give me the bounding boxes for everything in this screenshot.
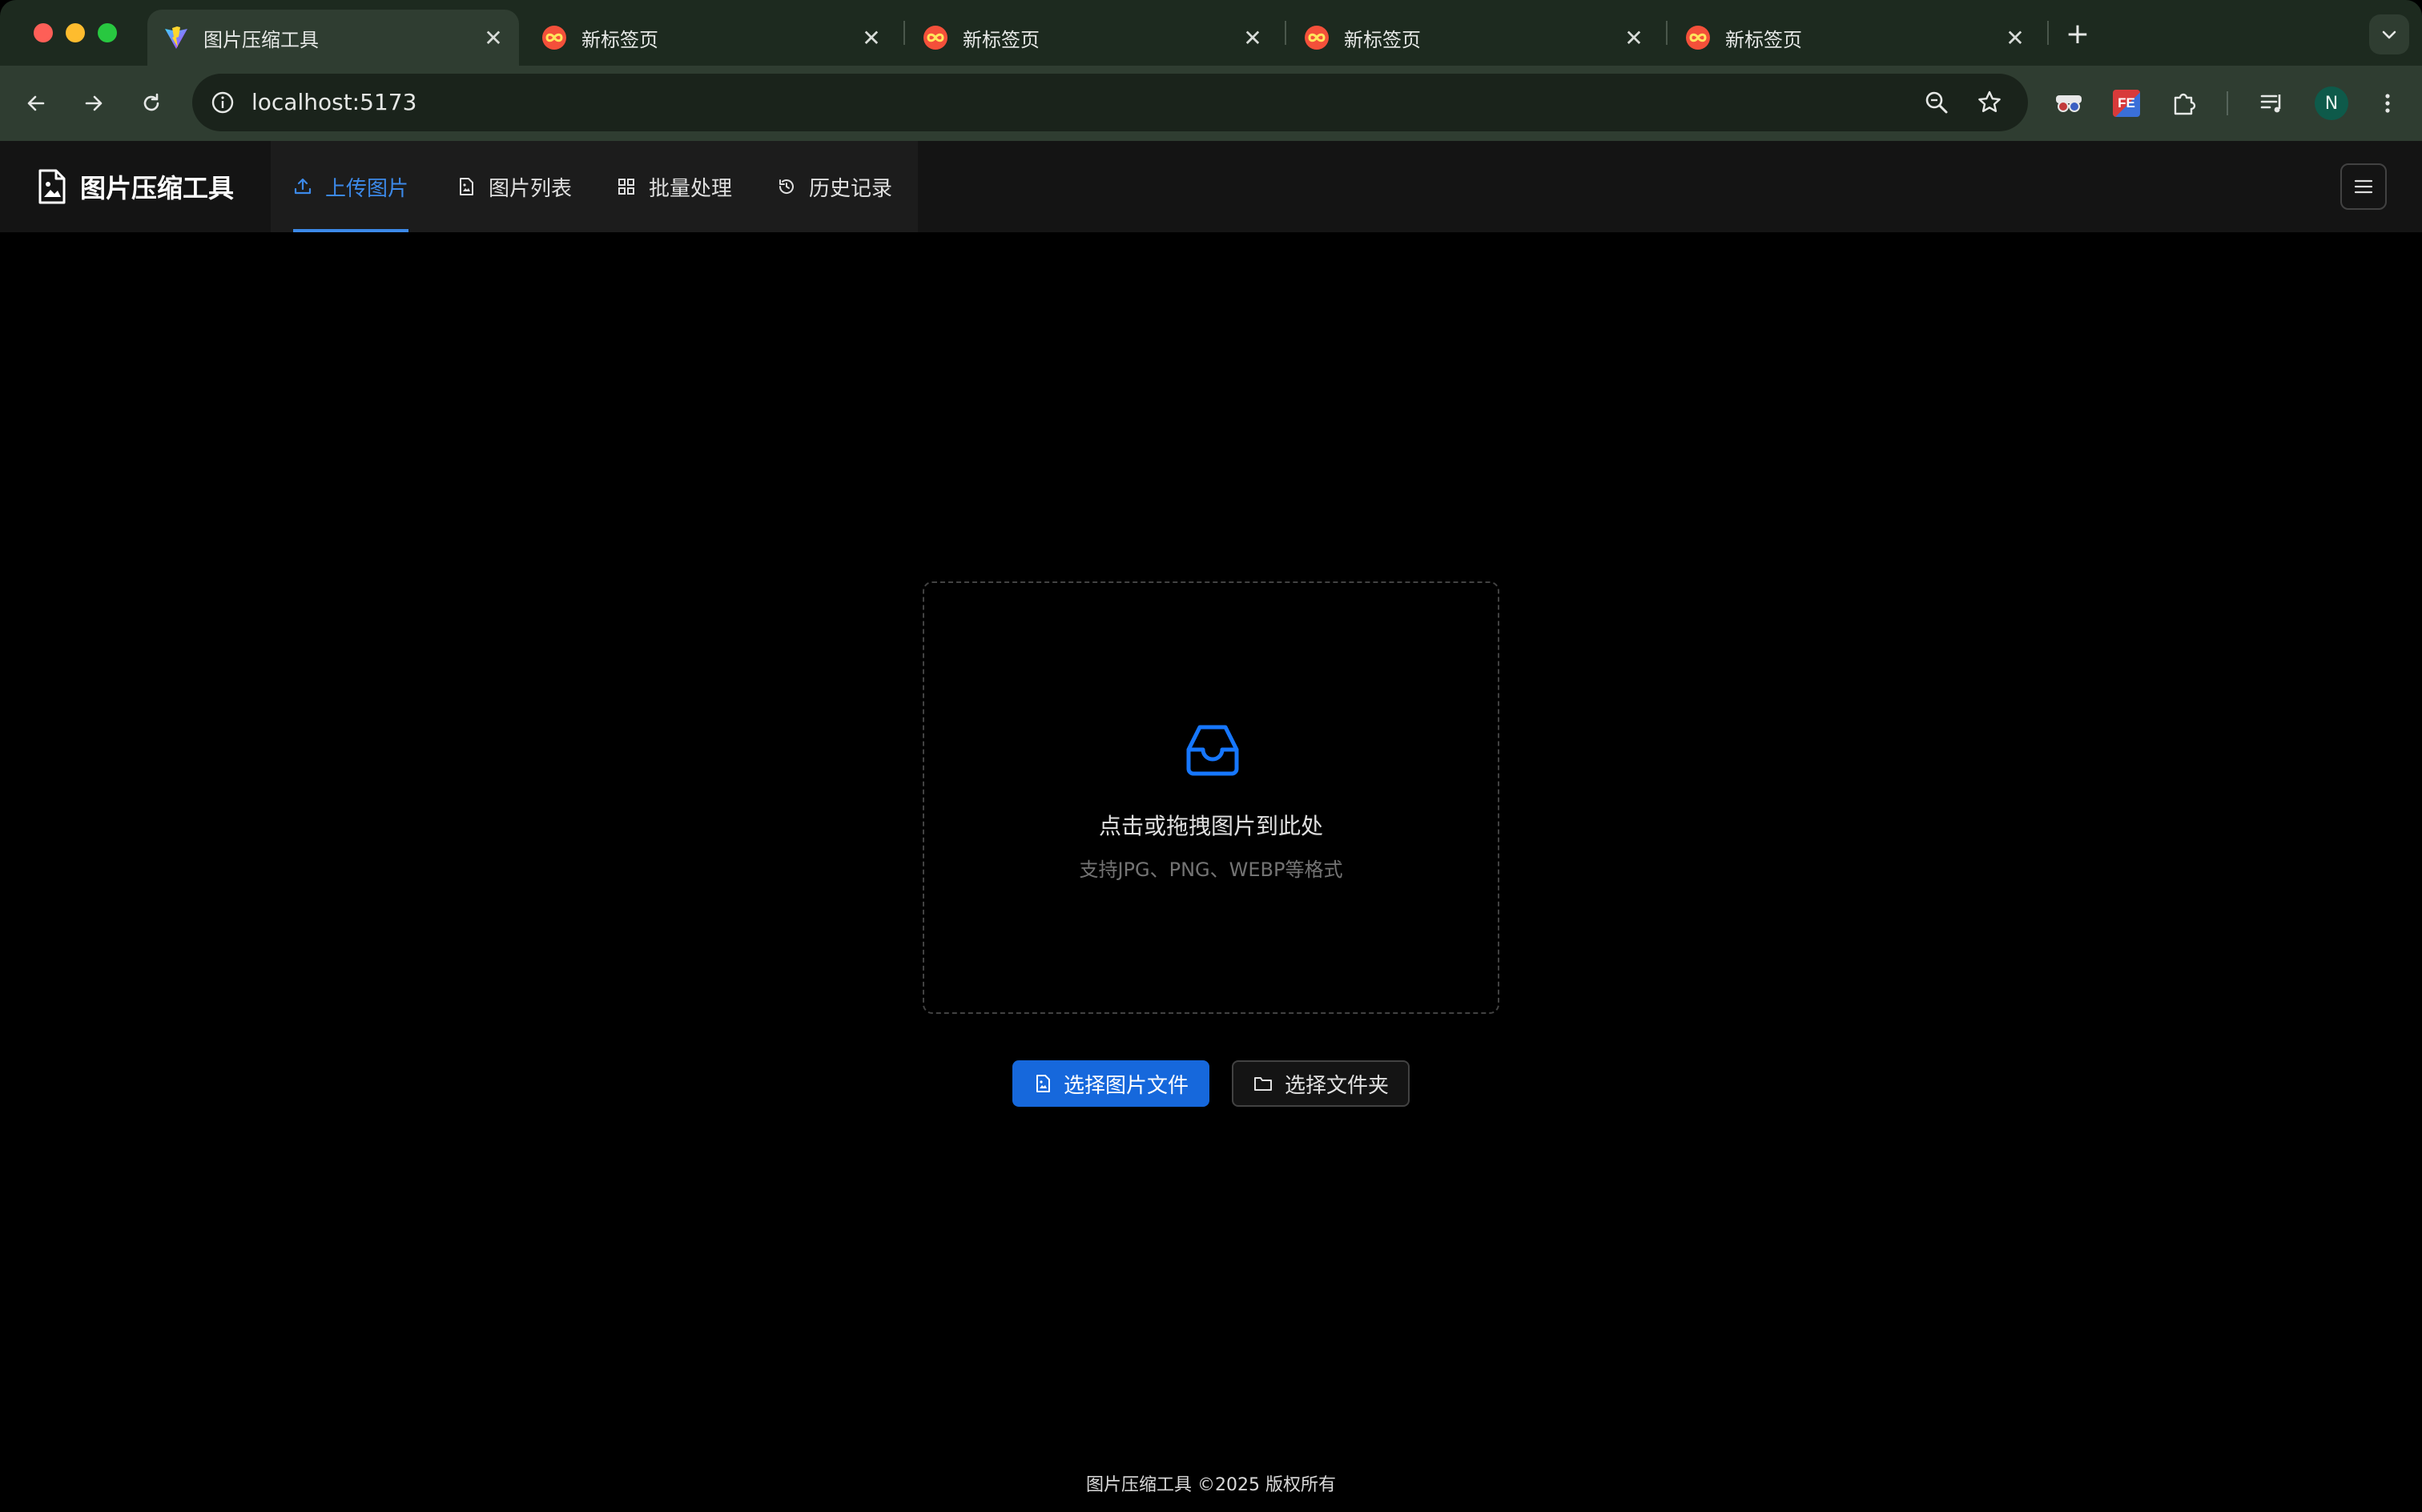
upload-dropzone[interactable]: 点击或拖拽图片到此处 支持JPG、PNG、WEBP等格式 (923, 581, 1499, 1014)
back-button[interactable] (16, 83, 56, 123)
browser-tab-0[interactable]: 图片压缩工具 ✕ (147, 10, 519, 66)
extension-fe-button[interactable]: FE (2105, 82, 2148, 125)
nav-item-upload[interactable]: 上传图片 (293, 141, 409, 232)
browser-toolbar: localhost:5173 FE N (0, 66, 2422, 141)
browser-tab-3[interactable]: 新标签页 ✕ (1288, 10, 1660, 66)
tab-separator (1285, 21, 1286, 45)
close-window-button[interactable] (34, 23, 53, 42)
bookmark-star-icon[interactable] (1975, 88, 2004, 117)
fullscreen-window-button[interactable] (98, 23, 117, 42)
infinity-icon (923, 26, 947, 50)
tab-separator (2047, 21, 2049, 45)
tab-title: 新标签页 (1725, 28, 1802, 51)
tab-separator (1666, 21, 1668, 45)
file-image-icon (1033, 1074, 1052, 1093)
tab-title: 新标签页 (963, 28, 1040, 51)
nav-item-label: 图片列表 (489, 176, 573, 201)
more-vertical-icon (2385, 94, 2390, 113)
inbox-icon (1186, 725, 1239, 776)
fe-helper-icon: FE (2113, 90, 2140, 117)
extensions-button[interactable] (2162, 82, 2206, 125)
file-image-icon (457, 177, 476, 196)
button-label: 选择文件夹 (1284, 1073, 1389, 1098)
folder-icon (1253, 1074, 1273, 1093)
site-info-icon[interactable] (208, 88, 237, 117)
arrow-right-icon (85, 95, 103, 111)
browser-tab-2[interactable]: 新标签页 ✕ (907, 10, 1278, 66)
history-icon (777, 177, 796, 196)
puzzle-icon (2174, 93, 2196, 115)
address-bar[interactable]: localhost:5173 (192, 74, 2028, 131)
infinity-icon (542, 26, 566, 50)
tab-close-button[interactable]: ✕ (857, 23, 886, 52)
app-brand: 图片压缩工具 (37, 165, 234, 208)
browser-tab-1[interactable]: 新标签页 ✕ (525, 10, 897, 66)
browser-menu-button[interactable] (2366, 82, 2409, 125)
extension-glasses-button[interactable] (2047, 82, 2090, 125)
app-title: 图片压缩工具 (80, 173, 235, 203)
profile-avatar[interactable]: N (2315, 86, 2348, 120)
file-image-icon (38, 169, 66, 204)
dropzone-title: 点击或拖拽图片到此处 (1098, 813, 1323, 839)
grid-icon (617, 177, 636, 196)
minimize-window-button[interactable] (66, 23, 85, 42)
browser-window: 图片压缩工具 ✕ 新标签页 ✕ 新标签页 ✕ 新标签页 ✕ 新标签页 ✕ + l… (0, 0, 2422, 1512)
tab-separator (903, 21, 905, 45)
address-text[interactable]: localhost:5173 (251, 90, 416, 115)
tab-close-button[interactable]: ✕ (1238, 23, 1267, 52)
select-image-files-button[interactable]: 选择图片文件 (1012, 1060, 1209, 1107)
nav-item-image-list[interactable]: 图片列表 (457, 141, 572, 232)
tab-title: 新标签页 (581, 28, 658, 51)
menu-toggle-button[interactable] (2340, 163, 2387, 210)
tab-search-button[interactable] (2369, 14, 2409, 54)
vite-logo-icon (165, 26, 187, 49)
infinity-icon (1686, 26, 1710, 50)
hamburger-menu-icon (2354, 179, 2373, 194)
tab-close-button[interactable]: ✕ (2001, 23, 2030, 52)
browser-tab-4[interactable]: 新标签页 ✕ (1669, 10, 2041, 66)
upload-icon (293, 177, 312, 196)
page-footer: 图片压缩工具 ©2025 版权所有 (1086, 1475, 1336, 1495)
app-header: 图片压缩工具 上传图片 图片列表 批量处理 历史记录 (0, 141, 2422, 232)
arrow-left-icon (27, 95, 45, 111)
nav-item-history[interactable]: 历史记录 (777, 141, 892, 232)
tab-title: 新标签页 (1344, 28, 1421, 51)
nav-item-label: 历史记录 (809, 176, 893, 201)
fe-label: FE (2118, 95, 2135, 111)
tab-close-button[interactable]: ✕ (1619, 23, 1648, 52)
reload-button[interactable] (131, 83, 171, 123)
select-folder-button[interactable]: 选择文件夹 (1232, 1060, 1410, 1107)
nav-item-batch[interactable]: 批量处理 (617, 141, 732, 232)
chevron-down-icon (2382, 30, 2396, 39)
tab-title: 图片压缩工具 (203, 28, 319, 51)
tab-close-button[interactable]: ✕ (479, 23, 508, 52)
new-tab-button[interactable]: + (2060, 16, 2095, 51)
nav-item-label: 上传图片 (325, 176, 409, 201)
toolbar-separator (2227, 91, 2228, 115)
infinity-icon (1305, 26, 1329, 50)
reload-icon (143, 93, 159, 111)
glasses-icon (2056, 95, 2082, 112)
playlist-icon (2260, 94, 2281, 113)
dropzone-hint: 支持JPG、PNG、WEBP等格式 (1079, 859, 1343, 881)
zoom-icon[interactable] (1922, 88, 1951, 117)
forward-button[interactable] (74, 83, 114, 123)
media-controls-button[interactable] (2251, 82, 2294, 125)
button-label: 选择图片文件 (1063, 1073, 1189, 1098)
tab-strip: 图片压缩工具 ✕ 新标签页 ✕ 新标签页 ✕ 新标签页 ✕ 新标签页 ✕ + (0, 0, 2422, 66)
nav-item-label: 批量处理 (649, 176, 733, 201)
app-nav-menu: 上传图片 图片列表 批量处理 历史记录 (271, 141, 918, 232)
